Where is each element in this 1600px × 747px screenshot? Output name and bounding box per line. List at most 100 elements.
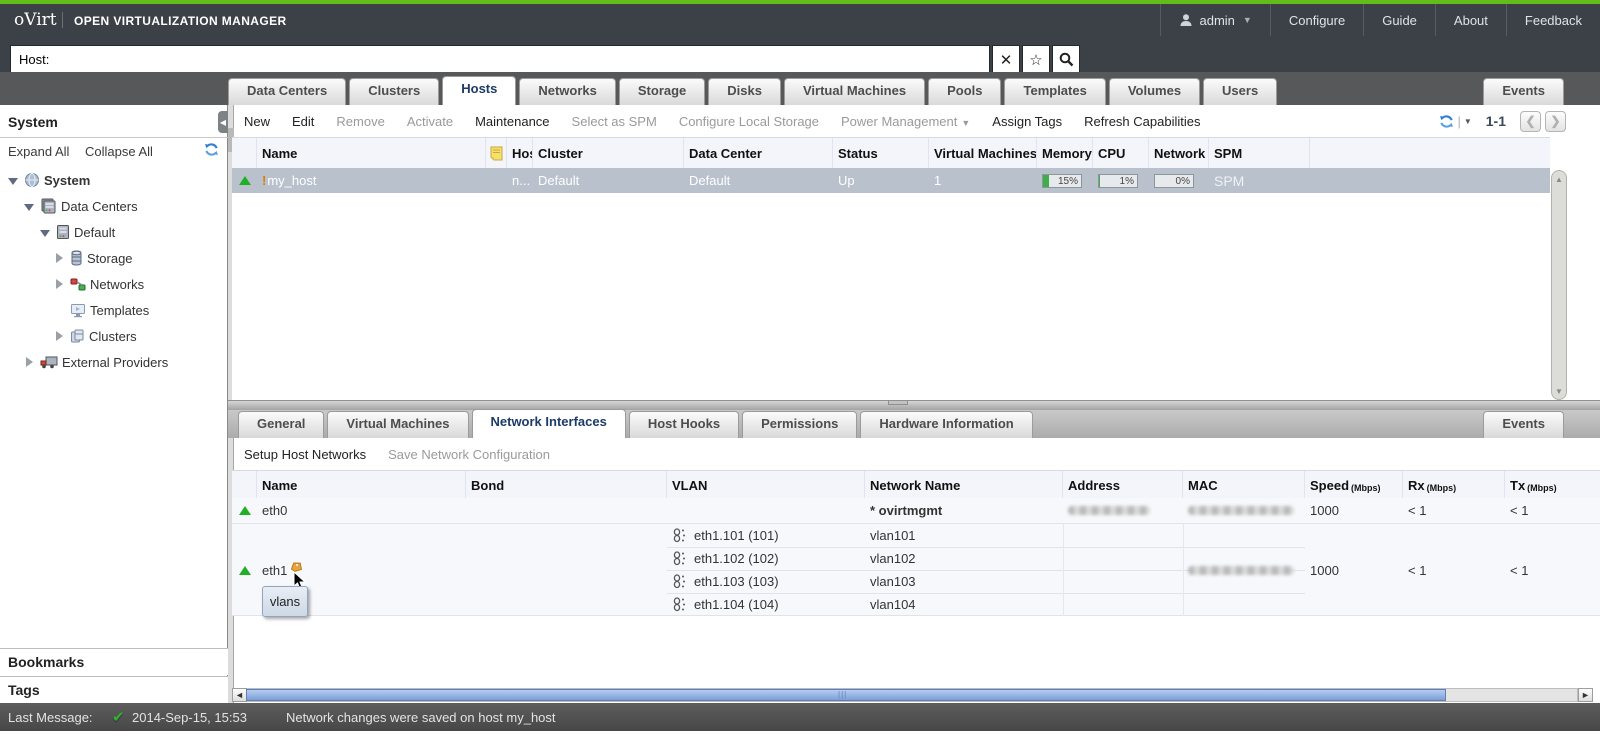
refresh-capabilities-button[interactable]: Refresh Capabilities bbox=[1084, 114, 1200, 129]
tree-item-templates[interactable]: Templates bbox=[0, 297, 228, 323]
col-virtual-machines[interactable]: Virtual Machines bbox=[929, 138, 1037, 169]
next-page-button[interactable]: ❯ bbox=[1545, 111, 1566, 132]
row-expander[interactable] bbox=[232, 558, 257, 582]
power-management-menu-button[interactable]: Power Management▼ bbox=[841, 114, 970, 129]
col-bond[interactable]: Bond bbox=[466, 471, 667, 499]
col-note[interactable] bbox=[486, 138, 507, 169]
configure-local-storage-button[interactable]: Configure Local Storage bbox=[679, 114, 819, 129]
col-data-center[interactable]: Data Center bbox=[684, 138, 833, 169]
tree-item-data-centers[interactable]: Data Centers bbox=[0, 193, 228, 219]
tree-item-system[interactable]: System bbox=[0, 167, 228, 193]
about-button[interactable]: About bbox=[1435, 4, 1506, 36]
guide-button[interactable]: Guide bbox=[1363, 4, 1435, 36]
feedback-button[interactable]: Feedback bbox=[1506, 4, 1600, 36]
expander[interactable] bbox=[22, 199, 36, 214]
save-network-configuration-button[interactable]: Save Network Configuration bbox=[388, 447, 550, 462]
tab-users[interactable]: Users bbox=[1203, 78, 1277, 105]
subtab-permissions[interactable]: Permissions bbox=[742, 411, 857, 438]
expander[interactable] bbox=[22, 355, 36, 370]
col-spm[interactable]: SPM bbox=[1209, 138, 1310, 169]
user-menu-button[interactable]: admin ▼ bbox=[1160, 4, 1270, 36]
col-network-name[interactable]: Network Name bbox=[865, 471, 1063, 499]
nic-table-header: Name Bond VLAN Network Name Address MAC … bbox=[232, 470, 1600, 500]
sidebar-collapse-handle[interactable]: ◀ bbox=[218, 111, 228, 133]
expander[interactable] bbox=[52, 329, 66, 344]
grid-controls: | ▼ 1-1 ❮ ❯ bbox=[1439, 105, 1566, 137]
remove-button[interactable]: Remove bbox=[336, 114, 384, 129]
tree-item-clusters[interactable]: Clusters bbox=[0, 323, 228, 349]
nic-row-eth1-group[interactable]: eth1 eth1.101 (101) vlan101 eth1.102 (10… bbox=[232, 524, 1600, 616]
tab-hosts[interactable]: Hosts bbox=[442, 76, 516, 105]
tree-item-storage[interactable]: Storage bbox=[0, 245, 228, 271]
prev-page-button[interactable]: ❮ bbox=[1520, 111, 1541, 132]
tree-item-networks[interactable]: Networks bbox=[0, 271, 228, 297]
tab-data-centers[interactable]: Data Centers bbox=[228, 78, 346, 105]
col-host[interactable]: Host bbox=[507, 138, 533, 169]
tree-refresh-button[interactable] bbox=[204, 142, 219, 160]
expander[interactable] bbox=[6, 173, 20, 188]
row-expander[interactable] bbox=[232, 498, 257, 523]
setup-host-networks-button[interactable]: Setup Host Networks bbox=[244, 447, 366, 462]
tab-virtual-machines[interactable]: Virtual Machines bbox=[784, 78, 925, 105]
col-mac[interactable]: MAC bbox=[1183, 471, 1305, 499]
scroll-up-arrow[interactable]: ▲ bbox=[1552, 172, 1566, 186]
subtab-general[interactable]: General bbox=[238, 411, 324, 438]
last-message-text[interactable]: Network changes were saved on host my_ho… bbox=[286, 710, 556, 725]
grid-refresh-button[interactable]: | ▼ bbox=[1439, 114, 1471, 129]
new-button[interactable]: New bbox=[244, 114, 270, 129]
tab-clusters[interactable]: Clusters bbox=[349, 78, 439, 105]
edit-button[interactable]: Edit bbox=[292, 114, 314, 129]
maintenance-button[interactable]: Maintenance bbox=[475, 114, 549, 129]
subtab-network-interfaces[interactable]: Network Interfaces bbox=[472, 409, 626, 438]
col-tx[interactable]: Tx(Mbps) bbox=[1505, 471, 1600, 499]
col-vlan[interactable]: VLAN bbox=[667, 471, 865, 499]
scroll-left-arrow[interactable]: ◄ bbox=[232, 688, 247, 702]
col-speed[interactable]: Speed(Mbps) bbox=[1305, 471, 1403, 499]
col-cluster[interactable]: Cluster bbox=[533, 138, 684, 169]
expander[interactable] bbox=[52, 277, 66, 292]
scroll-down-arrow[interactable]: ▼ bbox=[1552, 384, 1566, 398]
tab-storage[interactable]: Storage bbox=[619, 78, 705, 105]
horizontal-splitter-handle[interactable] bbox=[888, 400, 908, 405]
col-network[interactable]: Network bbox=[1149, 138, 1209, 169]
expand-all-link[interactable]: Expand All bbox=[8, 144, 69, 159]
tab-volumes[interactable]: Volumes bbox=[1109, 78, 1200, 105]
subtab-hardware-information[interactable]: Hardware Information bbox=[860, 411, 1032, 438]
tab-events[interactable]: Events bbox=[1483, 78, 1564, 105]
configure-button[interactable]: Configure bbox=[1270, 4, 1363, 36]
col-address[interactable]: Address bbox=[1063, 471, 1183, 499]
col-cpu[interactable]: CPU bbox=[1093, 138, 1149, 169]
select-as-spm-button[interactable]: Select as SPM bbox=[572, 114, 657, 129]
col-rx[interactable]: Rx(Mbps) bbox=[1403, 471, 1505, 499]
search-button[interactable] bbox=[1052, 45, 1080, 74]
col-name[interactable]: Name bbox=[257, 138, 486, 169]
tab-disks[interactable]: Disks bbox=[708, 78, 781, 105]
main-tab-bar: Data Centers Clusters Hosts Networks Sto… bbox=[0, 72, 1600, 105]
col-memory[interactable]: Memory bbox=[1037, 138, 1093, 169]
nic-row-eth0[interactable]: eth0 * ovirtmgmt 1000 < 1 < 1 bbox=[232, 498, 1600, 524]
search-input[interactable] bbox=[11, 46, 989, 73]
subtab-host-hooks[interactable]: Host Hooks bbox=[629, 411, 739, 438]
subtab-virtual-machines[interactable]: Virtual Machines bbox=[327, 411, 468, 438]
bookmarks-section-header[interactable]: Bookmarks bbox=[0, 648, 228, 675]
clear-search-button[interactable]: ✕ bbox=[992, 45, 1020, 74]
bookmark-search-button[interactable]: ☆ bbox=[1022, 45, 1050, 74]
tags-section-header[interactable]: Tags bbox=[0, 676, 228, 703]
scroll-right-arrow[interactable]: ► bbox=[1578, 688, 1593, 702]
tree-item-default[interactable]: Default bbox=[0, 219, 228, 245]
subtab-events[interactable]: Events bbox=[1483, 411, 1564, 438]
row-expander[interactable] bbox=[232, 168, 257, 193]
activate-button[interactable]: Activate bbox=[407, 114, 453, 129]
expander[interactable] bbox=[38, 225, 52, 240]
hosts-vertical-scrollbar[interactable]: ▲ ▼ bbox=[1551, 170, 1567, 400]
expander[interactable] bbox=[52, 251, 66, 266]
tab-templates[interactable]: Templates bbox=[1004, 78, 1105, 105]
col-name[interactable]: Name bbox=[257, 471, 466, 499]
tab-networks[interactable]: Networks bbox=[519, 78, 616, 105]
col-status[interactable]: Status bbox=[833, 138, 929, 169]
assign-tags-button[interactable]: Assign Tags bbox=[992, 114, 1062, 129]
host-row-my-host[interactable]: !my_host n... Default Default Up 1 15% 1… bbox=[232, 168, 1550, 193]
tab-pools[interactable]: Pools bbox=[928, 78, 1001, 105]
tree-item-external-providers[interactable]: External Providers bbox=[0, 349, 228, 375]
collapse-all-link[interactable]: Collapse All bbox=[85, 144, 153, 159]
